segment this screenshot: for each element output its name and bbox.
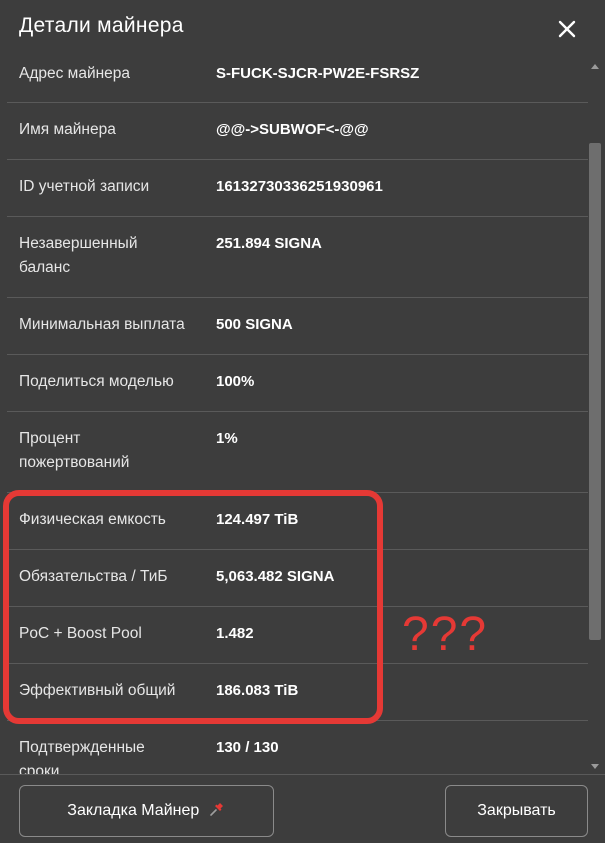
row-value: 251.894 SIGNA (216, 235, 322, 252)
row-value: 124.497 TiB (216, 511, 299, 528)
row-value: @@->SUBWOF<-@@ (216, 121, 369, 138)
bookmark-miner-button[interactable]: Закладка Майнер (19, 785, 274, 837)
divider (7, 297, 588, 298)
divider (7, 720, 588, 721)
divider (7, 663, 588, 664)
divider (7, 216, 588, 217)
row-value: 100% (216, 373, 255, 390)
miner-details-dialog: Детали майнера Адрес майнера S-FUCK-SJCR… (0, 0, 605, 843)
row-value: 130 / 130 (216, 739, 279, 756)
row-value: 1% (216, 430, 238, 447)
dialog-footer: Закладка Майнер Закрывать (0, 774, 605, 843)
row-value: 186.083 TiB (216, 682, 299, 699)
annotation-question-marks: ??? (402, 608, 489, 661)
divider (7, 411, 588, 412)
details-list: Адрес майнера S-FUCK-SJCR-PW2E-FSRSZ Имя… (0, 56, 588, 774)
row-label: Физическая емкость (19, 511, 166, 528)
dialog-title: Детали майнера (19, 14, 184, 37)
row-label: Обязательства / ТиБ (19, 568, 168, 585)
divider (7, 102, 588, 103)
row-label: Процент пожертвований (19, 430, 130, 471)
row-label: Минимальная выплата (19, 316, 185, 333)
row-value: 1.482 (216, 625, 254, 642)
scroll-down-arrow-icon[interactable] (591, 764, 599, 769)
divider (7, 492, 588, 493)
row-value: S-FUCK-SJCR-PW2E-FSRSZ (216, 65, 420, 82)
scroll-up-arrow-icon[interactable] (591, 64, 599, 69)
bookmark-button-label: Закладка Майнер (67, 802, 200, 819)
pushpin-icon (209, 803, 223, 816)
row-label: PoC + Boost Pool (19, 625, 142, 642)
row-value: 5,063.482 SIGNA (216, 568, 335, 585)
row-label: Поделиться моделью (19, 373, 174, 390)
close-icon[interactable] (554, 16, 580, 42)
row-value: 16132730336251930961 (216, 178, 383, 195)
row-label: Незавершенный баланс (19, 235, 138, 276)
row-label: Адрес майнера (19, 65, 131, 82)
dialog-header: Детали майнера (0, 0, 605, 56)
row-label: Имя майнера (19, 121, 116, 138)
divider (7, 354, 588, 355)
row-label: Эффективный общий (19, 682, 176, 699)
row-value: 500 SIGNA (216, 316, 293, 333)
scrollbar-thumb[interactable] (589, 143, 601, 640)
row-label: ID учетной записи (19, 178, 150, 195)
divider (7, 549, 588, 550)
divider (7, 159, 588, 160)
row-label: Подтвержденные сроки (19, 739, 145, 774)
divider (7, 606, 588, 607)
close-button[interactable]: Закрывать (445, 785, 588, 837)
